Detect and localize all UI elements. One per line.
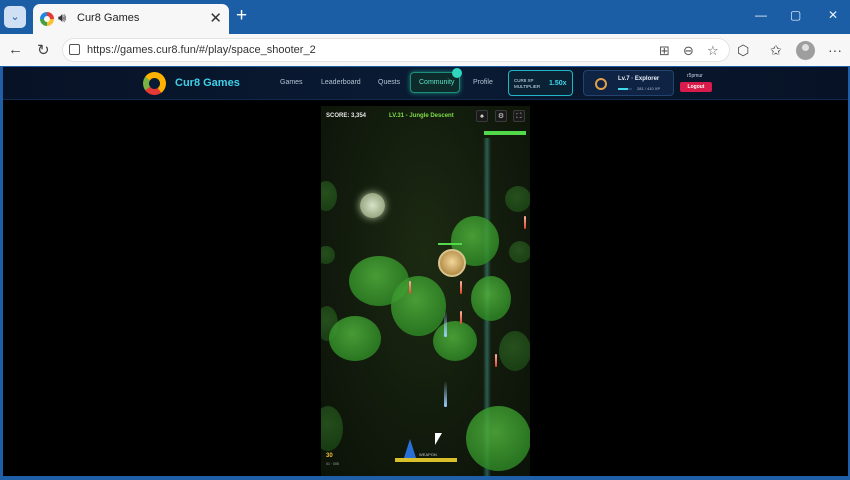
settings-button[interactable]: ⚙ bbox=[495, 110, 507, 122]
boss-health-bar bbox=[484, 131, 526, 135]
jungle-leaf bbox=[509, 241, 530, 263]
xp-count: 281 / 410 XP bbox=[637, 86, 661, 91]
weapon-power-bar bbox=[395, 458, 457, 462]
back-arrow-icon[interactable]: ← bbox=[8, 41, 23, 58]
address-input[interactable]: https://games.cur8.fun/#/play/space_shoo… bbox=[62, 38, 730, 62]
jungle-leaf bbox=[471, 276, 511, 321]
minimize-button[interactable]: — bbox=[755, 8, 767, 22]
jungle-leaf bbox=[321, 246, 335, 264]
enemy-bullet bbox=[460, 281, 462, 294]
site-header: Cur8 Games Games Leaderboard Quests Comm… bbox=[3, 67, 848, 100]
chevron-down-icon: ⌄ bbox=[10, 11, 20, 23]
glowing-orb bbox=[360, 193, 385, 218]
lives-count: 30 bbox=[326, 453, 333, 459]
tab-title: Cur8 Games bbox=[77, 12, 140, 24]
brand-name[interactable]: Cur8 Games bbox=[175, 77, 240, 89]
notification-dot bbox=[452, 68, 462, 78]
jungle-leaf bbox=[433, 321, 477, 361]
enemy-sprite bbox=[438, 249, 466, 277]
xp-progress-fill bbox=[618, 88, 628, 90]
xp-multiplier-value: 1.50x bbox=[549, 80, 567, 87]
cur8-logo-icon[interactable] bbox=[143, 72, 166, 95]
extensions-icon[interactable]: ⬡ bbox=[737, 42, 749, 59]
favorite-star-icon[interactable]: ☆ bbox=[707, 43, 719, 59]
speaker-icon[interactable]: 🔊︎ bbox=[58, 10, 66, 26]
rank-badge-icon bbox=[595, 78, 607, 90]
tab-cur8-games[interactable]: 🔊︎ Cur8 Games ✕ bbox=[33, 4, 229, 34]
apps-icon[interactable]: ⊞ bbox=[659, 43, 670, 59]
maximize-button[interactable]: ▢ bbox=[790, 8, 801, 22]
reload-icon[interactable]: ↻ bbox=[37, 41, 50, 59]
jungle-leaf bbox=[499, 331, 530, 371]
profile-avatar-icon[interactable] bbox=[796, 41, 815, 60]
fullscreen-button[interactable]: ⛶ bbox=[513, 110, 525, 122]
nav-profile[interactable]: Profile bbox=[473, 79, 493, 86]
enemy-bullet bbox=[524, 216, 526, 229]
page-viewport: Cur8 Games Games Leaderboard Quests Comm… bbox=[3, 67, 848, 476]
ship-select-button[interactable]: ♠ bbox=[476, 110, 488, 122]
hud-stats: 01 · 005 bbox=[326, 462, 339, 466]
profile-card[interactable]: Lv.7 · Explorer 281 / 410 XP bbox=[583, 70, 674, 96]
weapon-label: WEAPON bbox=[419, 452, 437, 457]
player-bullet bbox=[444, 381, 447, 407]
tab-strip: ⌄ 🔊︎ Cur8 Games ✕ + — ▢ ✕ bbox=[0, 0, 850, 34]
profile-level: Lv.7 · Explorer bbox=[618, 76, 660, 82]
jungle-leaf bbox=[466, 406, 530, 471]
weapon-power-fill bbox=[395, 458, 457, 462]
cur8-logo-icon bbox=[40, 12, 54, 26]
tab-list-button[interactable]: ⌄ bbox=[4, 6, 26, 28]
level-name: LV.31 - Jungle Descent bbox=[389, 113, 454, 119]
more-icon[interactable]: ··· bbox=[828, 42, 842, 58]
favorites-icon[interactable]: ✩ bbox=[770, 42, 782, 59]
enemy-bullet bbox=[409, 281, 411, 294]
mouse-cursor-icon bbox=[435, 433, 442, 445]
zoom-icon[interactable]: ⊖ bbox=[683, 43, 694, 59]
close-window-button[interactable]: ✕ bbox=[828, 8, 838, 22]
enemy-health-bar bbox=[438, 243, 462, 245]
address-bar-row: ← ↻ https://games.cur8.fun/#/play/space_… bbox=[0, 34, 850, 66]
jungle-leaf bbox=[321, 181, 337, 211]
boss-health-fill bbox=[484, 131, 526, 135]
username: r5pmur bbox=[687, 73, 703, 79]
player-bullet bbox=[444, 311, 447, 337]
xp-progress-bar bbox=[618, 88, 632, 90]
nav-leaderboard[interactable]: Leaderboard bbox=[321, 79, 361, 86]
score-display: SCORE: 3,354 bbox=[326, 113, 367, 119]
nav-games[interactable]: Games bbox=[280, 79, 303, 86]
lock-icon[interactable] bbox=[69, 44, 80, 55]
xp-multiplier-badge: CUR8 XP MULTIPLIER 1.50x bbox=[508, 70, 573, 96]
game-canvas[interactable]: SCORE: 3,354 LV.31 - Jungle Descent ♠ ⚙ … bbox=[321, 106, 530, 476]
jungle-leaf bbox=[329, 316, 381, 361]
jungle-leaf bbox=[321, 406, 343, 451]
jungle-leaf bbox=[505, 186, 530, 212]
logout-button[interactable]: Logout bbox=[680, 82, 712, 92]
xp-multiplier-label: CUR8 XP MULTIPLIER bbox=[514, 78, 541, 89]
enemy-bullet bbox=[460, 311, 462, 324]
tab-close-button[interactable]: ✕ bbox=[209, 9, 222, 27]
new-tab-button[interactable]: + bbox=[236, 6, 247, 26]
url-text[interactable]: https://games.cur8.fun/#/play/space_shoo… bbox=[87, 44, 316, 56]
nav-quests[interactable]: Quests bbox=[378, 79, 400, 86]
enemy-bullet bbox=[495, 354, 497, 367]
nav-community-label: Community bbox=[419, 79, 455, 86]
